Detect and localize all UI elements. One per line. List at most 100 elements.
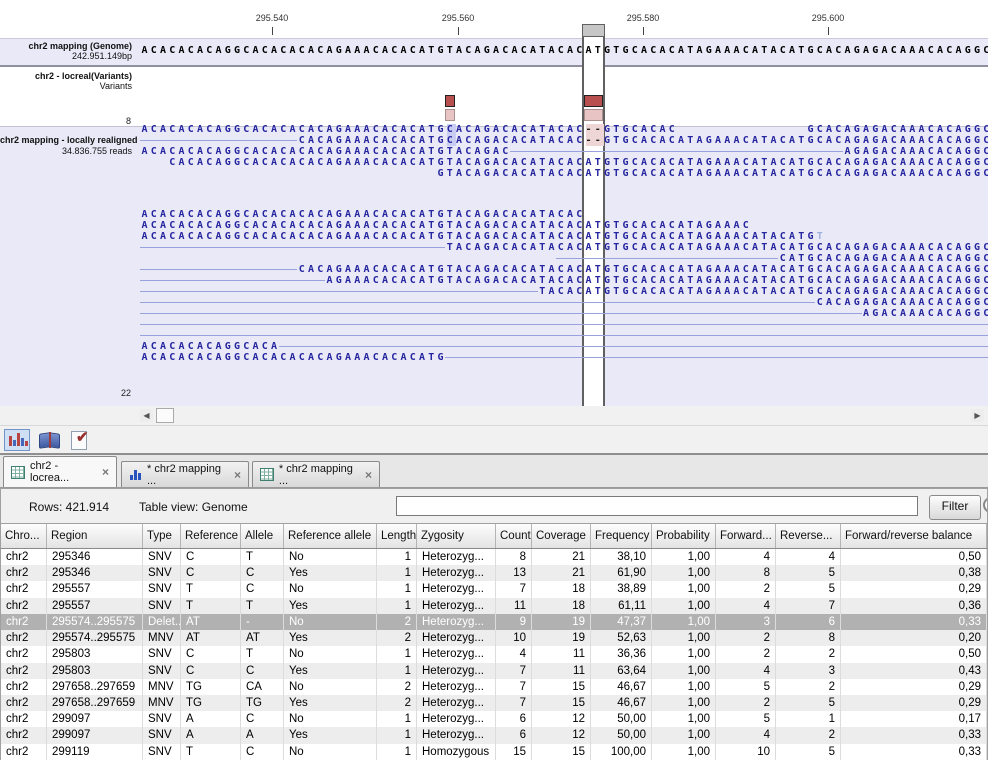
- read-row[interactable]: ACACACACAGGCACACACACAGAAACACACATGCACAGAC…: [140, 124, 988, 135]
- table-cell: 1: [377, 711, 417, 727]
- table-cell: chr2: [1, 663, 47, 679]
- table-cell: SNV: [143, 727, 181, 743]
- tab-mapping-table[interactable]: * chr2 mapping ... ×: [252, 461, 380, 487]
- table-cell: 4: [716, 727, 776, 743]
- reference-allele-marker[interactable]: [445, 109, 454, 121]
- scroll-left-button[interactable]: ◀: [140, 409, 153, 422]
- table-cell: 295557: [47, 598, 143, 614]
- table-cell: 2: [776, 679, 841, 695]
- table-cell: Yes: [284, 695, 377, 711]
- read-pair-connector-line: [140, 280, 325, 281]
- read-row[interactable]: TACACATGTGCACACATAGAAACATACATGCACAGAGACA…: [140, 286, 988, 297]
- genome-browser-view[interactable]: 295.540295.560295.580295.600 chr2 mappin…: [0, 0, 988, 406]
- table-row[interactable]: chr2299097SNVACNo1Heterozyg...61250,001,…: [1, 711, 987, 727]
- column-header[interactable]: Reference: [181, 524, 241, 548]
- read-row[interactable]: CACACAGGCACACACACAGAAACACACATGTACAGACACA…: [140, 157, 988, 168]
- read-row[interactable]: ACACACACAGGCACACACACAGAAACACACATGTACAGAC…: [140, 231, 988, 242]
- read-row[interactable]: CACAGAAACACACATGCACAGACACATACAC--GTGCACA…: [140, 135, 988, 146]
- column-header[interactable]: Probability: [652, 524, 716, 548]
- table-row[interactable]: chr2295346SNVCTNo1Heterozyg...82138,101,…: [1, 549, 987, 565]
- read-pair-connector-line: [279, 346, 988, 347]
- column-header[interactable]: Frequency: [591, 524, 652, 548]
- read-row[interactable]: GTACAGACACATACACATGTGCACACATAGAAACATACAT…: [140, 168, 988, 179]
- tab-mapping-chart[interactable]: * chr2 mapping ... ×: [121, 461, 249, 487]
- table-cell: Yes: [284, 727, 377, 743]
- table-row[interactable]: chr2295574..295575MNVATATYes2Heterozyg..…: [1, 630, 987, 646]
- tab-variant-table[interactable]: chr2 - locrea... ×: [3, 456, 117, 487]
- scrollbar-thumb[interactable]: [156, 408, 174, 423]
- table-cell: 18: [532, 598, 591, 614]
- filter-button[interactable]: Filter: [929, 495, 981, 520]
- selected-region-handle[interactable]: [582, 24, 605, 37]
- read-pair-connector-line: [510, 151, 843, 152]
- read-row[interactable]: AGACAAACACAGGC: [140, 308, 988, 319]
- read-row[interactable]: ACACACACAGGCACACACACAGAAACACACATGTACAGAC…: [140, 209, 988, 220]
- table-check-view-icon[interactable]: ✔: [68, 429, 94, 451]
- read-row[interactable]: [140, 319, 988, 330]
- column-header[interactable]: Reverse...: [776, 524, 841, 548]
- table-cell: 21: [532, 565, 591, 581]
- read-row[interactable]: AGAAACACACATGTACAGACACATACACATGTGCACACAT…: [140, 275, 988, 286]
- column-header[interactable]: Forward/reverse balance: [841, 524, 987, 548]
- scroll-right-button[interactable]: ▶: [971, 409, 984, 422]
- editor-tab-bar: chr2 - locrea... × * chr2 mapping ... × …: [0, 453, 988, 488]
- table-cell: 5: [776, 581, 841, 597]
- close-tab-icon[interactable]: ×: [234, 468, 241, 482]
- variant-marker[interactable]: [584, 95, 603, 107]
- table-row[interactable]: chr2295803SNVCTNo1Heterozyg...41136,361,…: [1, 646, 987, 662]
- column-header[interactable]: Count: [496, 524, 532, 548]
- table-cell: SNV: [143, 711, 181, 727]
- column-header[interactable]: Length: [377, 524, 417, 548]
- table-cell: No: [284, 646, 377, 662]
- column-header[interactable]: Forward...: [716, 524, 776, 548]
- filter-options-icon[interactable]: [983, 497, 988, 513]
- table-cell: Heterozyg...: [417, 614, 496, 630]
- close-tab-icon[interactable]: ×: [365, 468, 372, 482]
- close-tab-icon[interactable]: ×: [102, 465, 109, 479]
- table-cell: 2: [716, 646, 776, 662]
- table-cell: 1,00: [652, 630, 716, 646]
- read-row[interactable]: TACAGACACATACACATGTGCACACATAGAAACATACATG…: [140, 242, 988, 253]
- table-row[interactable]: chr2295557SNVTCNo1Heterozyg...71838,891,…: [1, 581, 987, 597]
- read-row[interactable]: ACACACACAGGCACACACACAGAAACACACATG: [140, 352, 988, 363]
- table-cell: 1,00: [652, 549, 716, 565]
- column-header[interactable]: Region: [47, 524, 143, 548]
- column-header[interactable]: Coverage: [532, 524, 591, 548]
- filter-search-input[interactable]: [396, 496, 918, 516]
- column-header[interactable]: Chro...: [1, 524, 47, 548]
- track-chart-view-icon[interactable]: [4, 429, 30, 451]
- table-cell: 50,00: [591, 727, 652, 743]
- table-cell: 297658..297659: [47, 679, 143, 695]
- table-row[interactable]: chr2295803SNVCCYes1Heterozyg...71163,641…: [1, 663, 987, 679]
- book-view-icon[interactable]: [38, 429, 64, 451]
- read-pair-connector-line: [140, 313, 862, 314]
- table-cell: 5: [776, 695, 841, 711]
- table-cell: 15: [496, 744, 532, 760]
- read-row[interactable]: CACAGAGACAAACACAGGC: [140, 297, 988, 308]
- tab-label: chr2 - locrea...: [30, 460, 95, 484]
- table-cell: SNV: [143, 663, 181, 679]
- table-row[interactable]: chr2299097SNVAAYes1Heterozyg...61250,001…: [1, 727, 987, 743]
- reference-allele-marker[interactable]: [584, 109, 603, 121]
- table-row[interactable]: chr2295574..295575Delet...AT-No2Heterozy…: [1, 614, 987, 630]
- read-row[interactable]: [140, 330, 988, 341]
- column-header[interactable]: Allele: [241, 524, 284, 548]
- table-row[interactable]: chr2299119SNVTCNo1Homozygous1515100,001,…: [1, 744, 987, 760]
- table-row[interactable]: chr2297658..297659MNVTGTGYes2Heterozyg..…: [1, 695, 987, 711]
- variant-track-label: chr2 - locreal(Variants): [0, 71, 132, 81]
- read-row[interactable]: ACACACACAGGCACA: [140, 341, 988, 352]
- horizontal-scrollbar[interactable]: ◀ ▶: [0, 406, 988, 425]
- read-row[interactable]: CACAGAAACACACATGTACAGACACATACACATGTGCACA…: [140, 264, 988, 275]
- table-row[interactable]: chr2295557SNVTTYes1Heterozyg...111861,11…: [1, 598, 987, 614]
- read-row[interactable]: ACACACACAGGCACACACACAGAAACACACATGTACAGAC…: [140, 220, 988, 231]
- column-header[interactable]: Type: [143, 524, 181, 548]
- table-row[interactable]: chr2295346SNVCCYes1Heterozyg...132161,90…: [1, 565, 987, 581]
- column-header[interactable]: Zygosity: [417, 524, 496, 548]
- variant-marker[interactable]: [445, 95, 454, 107]
- table-cell: 4: [716, 663, 776, 679]
- read-row[interactable]: CATGCACAGAGACAAACACAGGC: [140, 253, 988, 264]
- read-row[interactable]: ACACACACAGGCACACACACAGAAACACACATGTACAGAC…: [140, 146, 988, 157]
- table-row[interactable]: chr2297658..297659MNVTGCANo2Heterozyg...…: [1, 679, 987, 695]
- table-cell: 9: [496, 614, 532, 630]
- column-header[interactable]: Reference allele: [284, 524, 377, 548]
